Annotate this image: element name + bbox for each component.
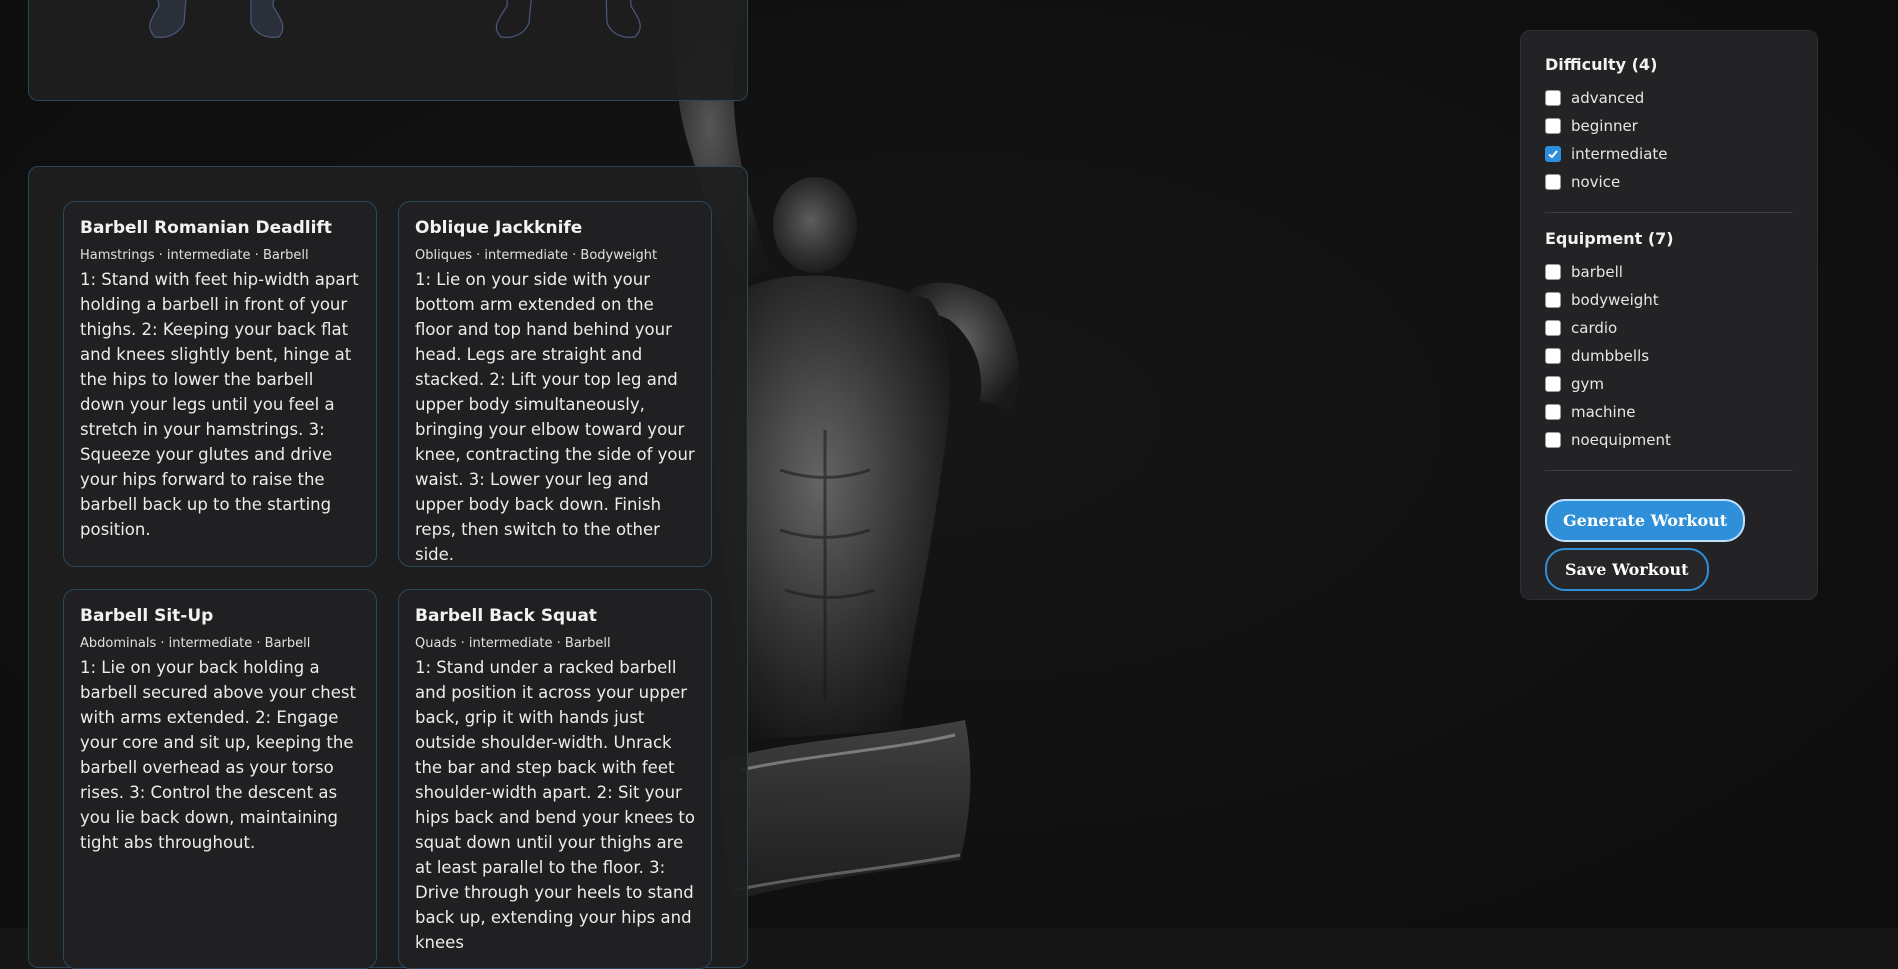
exercise-meta: Quads · intermediate · Barbell: [415, 636, 611, 651]
equipment-heading: Equipment (7): [1545, 229, 1674, 248]
exercise-instructions: 1: Lie on your side with your bottom arm…: [415, 270, 695, 564]
exercise-meta: Abdominals · intermediate · Barbell: [80, 636, 311, 651]
difficulty-checkbox[interactable]: [1545, 90, 1561, 106]
muscle-map-panel: [28, 0, 748, 101]
filter-divider: [1545, 212, 1793, 213]
exercise-card[interactable]: Barbell Romanian Deadlift Hamstrings · i…: [63, 201, 377, 567]
exercise-title: Barbell Back Squat: [415, 606, 597, 626]
filter-divider: [1545, 470, 1793, 471]
equipment-label: noequipment: [1571, 431, 1671, 449]
exercise-card[interactable]: Barbell Sit-Up Abdominals · intermediate…: [63, 589, 377, 969]
equipment-options: barbell bodyweight cardio dumbbells gym machi…: [1545, 258, 1793, 454]
difficulty-label: advanced: [1571, 89, 1645, 107]
exercise-card[interactable]: Oblique Jackknife Obliques · intermediat…: [398, 201, 712, 567]
equipment-option-dumbbells[interactable]: dumbbells: [1545, 342, 1793, 370]
equipment-checkbox[interactable]: [1545, 404, 1561, 420]
exercise-instructions: 1: Stand under a racked barbell and posi…: [415, 658, 695, 952]
exercise-meta: Obliques · intermediate · Bodyweight: [415, 248, 658, 263]
equipment-checkbox[interactable]: [1545, 376, 1561, 392]
filter-panel: Difficulty (4) advanced beginner intermedi…: [1520, 30, 1818, 600]
equipment-checkbox[interactable]: [1545, 348, 1561, 364]
equipment-label: dumbbells: [1571, 347, 1650, 365]
equipment-option-bodyweight[interactable]: bodyweight: [1545, 286, 1793, 314]
generate-workout-button[interactable]: Generate Workout: [1545, 499, 1746, 542]
exercise-card[interactable]: Barbell Back Squat Quads · intermediate …: [398, 589, 712, 969]
difficulty-option-intermediate[interactable]: intermediate: [1545, 140, 1793, 168]
equipment-option-barbell[interactable]: barbell: [1545, 258, 1793, 286]
equipment-checkbox[interactable]: [1545, 320, 1561, 336]
difficulty-checkbox[interactable]: [1545, 118, 1561, 134]
exercise-instructions: 1: Lie on your back holding a barbell se…: [80, 658, 356, 852]
difficulty-option-advanced[interactable]: advanced: [1545, 84, 1793, 112]
checkmark-icon: [1548, 150, 1558, 159]
exercise-title: Barbell Sit-Up: [80, 606, 214, 626]
difficulty-checkbox[interactable]: [1545, 146, 1561, 162]
difficulty-option-beginner[interactable]: beginner: [1545, 112, 1793, 140]
difficulty-label: novice: [1571, 173, 1621, 191]
difficulty-option-novice[interactable]: novice: [1545, 168, 1793, 196]
equipment-option-noequipment[interactable]: noequipment: [1545, 426, 1793, 454]
save-workout-button[interactable]: Save Workout: [1545, 548, 1709, 591]
equipment-label: gym: [1571, 375, 1605, 393]
equipment-checkbox[interactable]: [1545, 432, 1561, 448]
equipment-label: barbell: [1571, 263, 1623, 281]
equipment-option-machine[interactable]: machine: [1545, 398, 1793, 426]
exercise-title: Barbell Romanian Deadlift: [80, 218, 332, 238]
workout-exercises-panel: Barbell Romanian Deadlift Hamstrings · i…: [28, 166, 748, 969]
equipment-checkbox[interactable]: [1545, 292, 1561, 308]
difficulty-options: advanced beginner intermediate novice: [1545, 84, 1793, 196]
difficulty-checkbox[interactable]: [1545, 174, 1561, 190]
equipment-label: cardio: [1571, 319, 1618, 337]
exercise-meta: Hamstrings · intermediate · Barbell: [80, 248, 309, 263]
exercise-title: Oblique Jackknife: [415, 218, 583, 238]
equipment-option-cardio[interactable]: cardio: [1545, 314, 1793, 342]
equipment-label: bodyweight: [1571, 291, 1659, 309]
exercise-instructions: 1: Stand with feet hip-width apart holdi…: [80, 270, 359, 539]
equipment-option-gym[interactable]: gym: [1545, 370, 1793, 398]
body-diagram-feet-icon[interactable]: [29, 0, 747, 100]
difficulty-heading: Difficulty (4): [1545, 55, 1658, 74]
equipment-checkbox[interactable]: [1545, 264, 1561, 280]
difficulty-label: beginner: [1571, 117, 1638, 135]
difficulty-label: intermediate: [1571, 145, 1668, 163]
equipment-label: machine: [1571, 403, 1636, 421]
